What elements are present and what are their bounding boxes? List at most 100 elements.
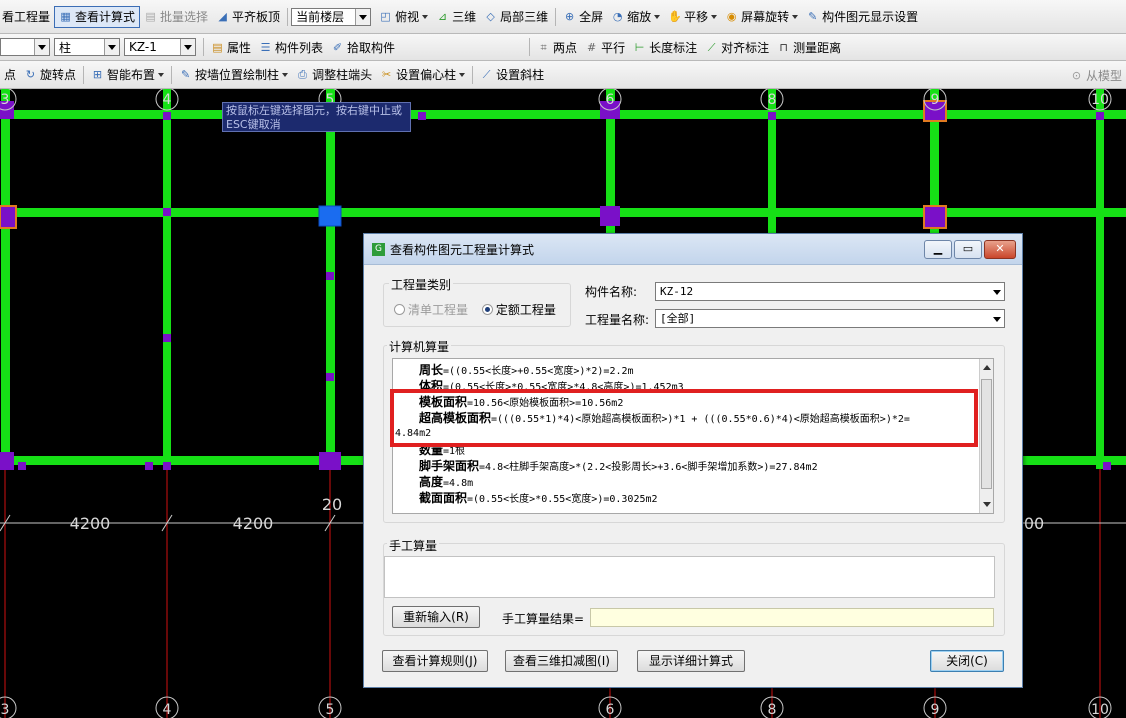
view-formula-button[interactable]: ▦ 查看计算式 xyxy=(54,5,141,28)
eccentric-column-button[interactable]: ✂ 设置偏心柱 xyxy=(376,65,469,85)
top-view-icon: ◰ xyxy=(380,10,391,23)
adjust-column-end-button[interactable]: ⎙ 调整柱端头 xyxy=(292,65,376,85)
chevron-down-icon xyxy=(993,290,1001,295)
blank-select[interactable] xyxy=(0,38,50,56)
dialog-titlebar[interactable]: G 查看构件图元工程量计算式 ▁ ▭ ✕ xyxy=(364,234,1022,265)
quantity-name-select[interactable]: [全部] xyxy=(655,309,1005,328)
3d-icon: ⊿ xyxy=(437,10,448,23)
close-icon: ✕ xyxy=(995,241,1005,255)
align-dim-icon: ⟋ xyxy=(707,40,716,54)
close-window-button[interactable]: ✕ xyxy=(984,239,1016,259)
floor-select[interactable]: 当前楼层 xyxy=(291,7,372,26)
view-rules-button[interactable]: 查看计算规则(J) xyxy=(382,650,488,672)
chevron-down-icon xyxy=(711,14,718,19)
dimension-label: 00 xyxy=(1024,514,1044,533)
length-dim-icon: ⊢ xyxy=(634,40,645,54)
chevron-down-icon xyxy=(34,39,49,55)
quantity-name-label: 工程量名称: xyxy=(585,313,650,327)
axis-label: 5 xyxy=(326,702,335,718)
axis-label: 4 xyxy=(163,702,172,718)
rotate-point-button[interactable]: ↻ 旋转点 xyxy=(20,65,80,85)
separator xyxy=(555,7,557,26)
manual-calc-label: 手工算量 xyxy=(387,537,440,554)
measure-distance-button[interactable]: ⊓ 测量距离 xyxy=(773,37,845,57)
reenter-button[interactable]: 重新输入(R) xyxy=(392,606,480,628)
draw-column-by-wall-button[interactable]: ✎ 按墙位置绘制柱 xyxy=(175,65,292,85)
properties-icon: ▤ xyxy=(212,40,223,54)
radio-circle xyxy=(394,304,405,315)
component-toolbar: 柱 KZ-1 ▤ 属性 ☰ 构件列表 ✐ 拾取构件 ⌗ 两点 # 平行 ⊢ 长度标注 ⟋ 对齐… xyxy=(0,34,1126,61)
manual-calc-input[interactable] xyxy=(384,556,995,598)
axis-label: 6 xyxy=(606,702,615,718)
align-slab-top-button[interactable]: ◢ 平齐板顶 xyxy=(212,7,284,27)
maximize-button[interactable]: ▭ xyxy=(954,239,982,259)
axis-label: 4 xyxy=(163,92,172,108)
parallel-button[interactable]: # 平行 xyxy=(581,37,629,57)
manual-result-label: 手工算量结果= xyxy=(502,612,585,626)
axis-label: 3 xyxy=(1,92,10,108)
align-dim-button[interactable]: ⟋ 对齐标注 xyxy=(701,37,773,57)
partial-3d-button[interactable]: ◇ 局部三维 xyxy=(480,7,552,27)
rotate-screen-button[interactable]: ◉ 屏幕旋转 xyxy=(721,7,802,27)
radio-circle xyxy=(481,304,493,315)
component-select[interactable]: KZ-1 xyxy=(124,38,196,56)
close-button[interactable]: 关闭(C) xyxy=(930,650,1004,672)
display-settings-icon: ✎ xyxy=(808,10,818,23)
separator xyxy=(287,7,289,26)
separator xyxy=(203,38,204,56)
dimension-label: 20 xyxy=(322,495,342,514)
eccentric-icon: ✂ xyxy=(381,68,392,81)
align-slab-icon: ◢ xyxy=(218,10,227,23)
show-detail-formula-button[interactable]: 显示详细计算式 xyxy=(637,650,745,672)
properties-button[interactable]: ▤ 属性 xyxy=(207,37,255,57)
pick-component-icon: ✐ xyxy=(332,40,343,54)
chevron-down-icon xyxy=(459,72,466,77)
maximize-icon: ▭ xyxy=(962,241,974,255)
component-list-button[interactable]: ☰ 构件列表 xyxy=(255,37,327,57)
calc-scrollbar[interactable] xyxy=(979,359,993,513)
batch-select-button[interactable]: ▤ 批量选择 xyxy=(140,7,212,27)
chevron-down-icon xyxy=(422,14,429,19)
zoom-button[interactable]: ◔ 缩放 xyxy=(607,7,664,27)
two-points-button[interactable]: ⌗ 两点 xyxy=(533,37,581,57)
3d-button[interactable]: ⊿ 三维 xyxy=(432,7,480,27)
radio-quota-quantity[interactable]: 定额工程量 xyxy=(481,301,556,318)
smart-layout-icon: ⊞ xyxy=(92,68,103,81)
separator xyxy=(83,65,85,84)
view-3d-deduction-button[interactable]: 查看三维扣减图(I) xyxy=(505,650,618,672)
axis-label: 8 xyxy=(768,92,777,108)
top-view-button[interactable]: ◰ 俯视 xyxy=(375,7,432,27)
from-model-button[interactable]: ⊙ 从模型 xyxy=(1066,65,1126,85)
minimize-button[interactable]: ▁ xyxy=(924,239,952,259)
component-name-select[interactable]: KZ-12 xyxy=(655,282,1005,301)
dimension-label: 4200 xyxy=(70,514,111,533)
component-type-select[interactable]: 柱 xyxy=(54,38,120,56)
pan-button[interactable]: ✋ 平移 xyxy=(664,7,721,27)
axis-label: 10 xyxy=(1091,92,1109,108)
slant-column-button[interactable]: ⟋ 设置斜柱 xyxy=(476,65,548,85)
chevron-down-icon xyxy=(282,72,289,77)
pick-component-button[interactable]: ✐ 拾取构件 xyxy=(327,37,399,57)
axis-label: 3 xyxy=(1,702,10,718)
manual-result-field[interactable] xyxy=(590,608,994,627)
length-dim-button[interactable]: ⊢ 长度标注 xyxy=(629,37,701,57)
radio-list-quantity[interactable]: 清单工程量 xyxy=(394,301,468,318)
scroll-thumb[interactable] xyxy=(981,379,992,489)
chevron-down-icon xyxy=(993,317,1001,322)
axis-label: 6 xyxy=(606,92,615,108)
axis-label: 9 xyxy=(931,92,940,108)
red-highlight-box xyxy=(390,389,978,447)
smart-layout-button[interactable]: ⊞ 智能布置 xyxy=(87,65,168,85)
axis-label: 9 xyxy=(931,702,940,718)
point-button[interactable]: 点 xyxy=(0,65,20,85)
chevron-down-icon xyxy=(158,72,165,77)
view-quantity-button[interactable]: 看工程量 xyxy=(0,7,54,27)
fullscreen-button[interactable]: ⊕ 全屏 xyxy=(559,7,607,27)
canvas-tooltip: 按鼠标左键选择图元，按右键中止或ESC键取消 xyxy=(222,102,411,132)
scroll-down-icon[interactable] xyxy=(983,502,991,507)
partial-3d-icon: ◇ xyxy=(486,10,495,23)
display-settings-button[interactable]: ✎ 构件图元显示设置 xyxy=(802,7,922,27)
rotate-point-icon: ↻ xyxy=(25,68,36,81)
chevron-down-icon xyxy=(355,8,371,25)
scroll-up-icon[interactable] xyxy=(983,365,991,370)
